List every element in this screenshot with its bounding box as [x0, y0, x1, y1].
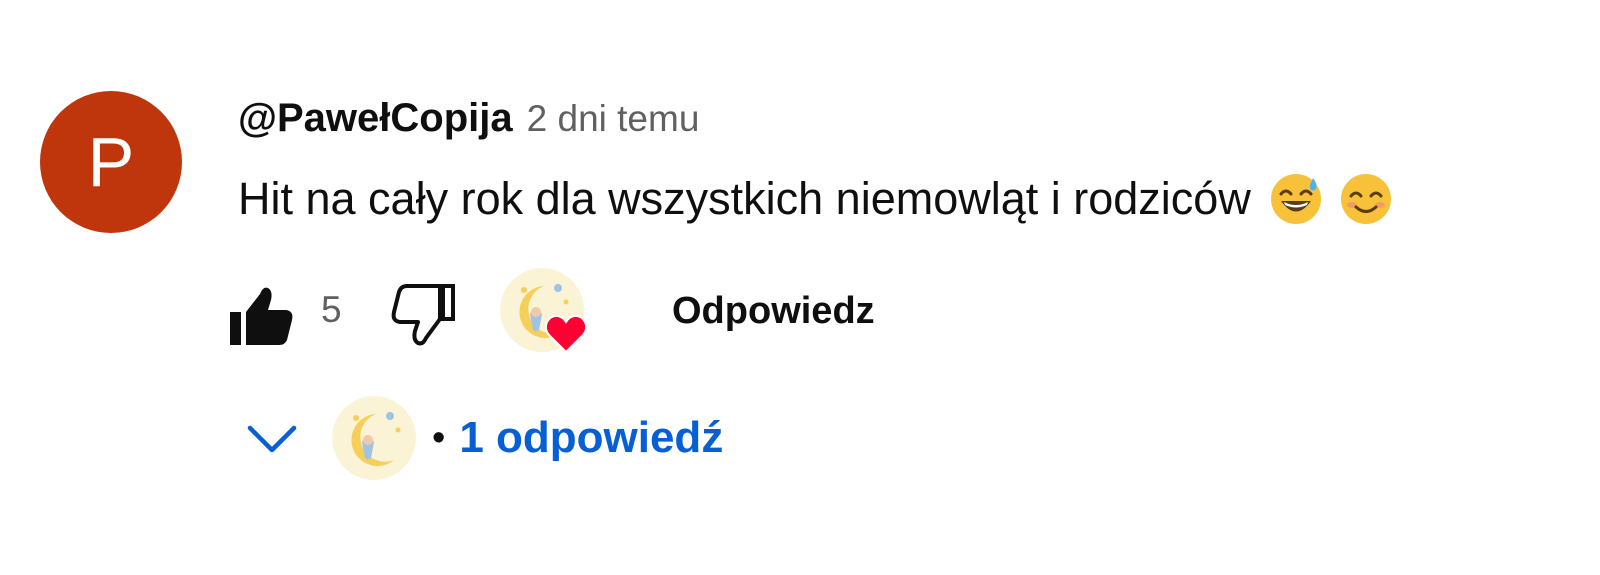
view-replies-button[interactable]: • 1 odpowiedź — [240, 390, 723, 486]
comment-author[interactable]: @PawełCopija — [238, 96, 513, 141]
separator-dot: • — [432, 416, 446, 459]
grinning-sweat-emoji-icon — [1270, 174, 1321, 224]
replies-count-label[interactable]: 1 odpowiedź — [459, 413, 723, 463]
comment-text: Hit na cały rok dla wszystkich niemowląt… — [238, 173, 1251, 224]
comment-header: @PawełCopija 2 dni temu — [238, 96, 699, 148]
commenter-avatar[interactable]: P — [40, 91, 182, 233]
smiling-blush-emoji-icon — [1340, 174, 1391, 224]
avatar-letter: P — [87, 123, 135, 201]
like-count: 5 — [321, 289, 342, 330]
reply-button[interactable]: Odpowiedz — [672, 290, 875, 333]
heart-icon — [544, 314, 588, 354]
creator-heart-badge[interactable] — [500, 268, 590, 358]
comment-emojis — [1269, 172, 1393, 226]
like-icon[interactable] — [228, 282, 296, 350]
comment-timestamp[interactable]: 2 dni temu — [527, 98, 700, 140]
replier-avatar-icon — [332, 396, 416, 480]
chevron-down-icon — [247, 425, 297, 453]
dislike-icon[interactable] — [390, 282, 458, 350]
comment-body: Hit na cały rok dla wszystkich niemowląt… — [238, 172, 1393, 226]
